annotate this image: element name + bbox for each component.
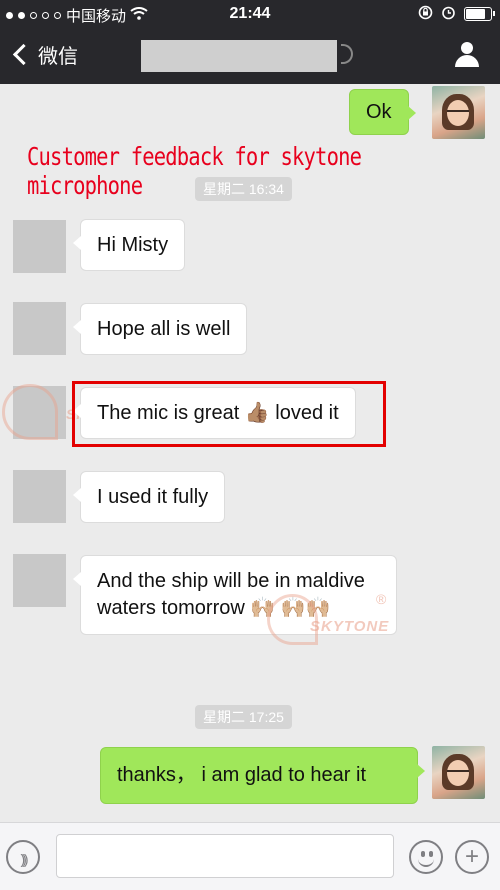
emoji-icon[interactable] bbox=[409, 840, 443, 874]
message-input[interactable] bbox=[56, 834, 394, 878]
registered-mark: ® bbox=[376, 591, 387, 607]
chat-area[interactable]: Ok Customer feedback for skytone microph… bbox=[0, 84, 500, 822]
message-bubble-incoming[interactable]: I used it fully bbox=[72, 471, 226, 523]
plus-glyph: + bbox=[464, 843, 479, 870]
my-avatar[interactable] bbox=[432, 86, 485, 139]
profile-icon-head bbox=[461, 42, 473, 54]
message-text: I used it fully bbox=[97, 486, 209, 508]
back-label: 微信 bbox=[38, 46, 78, 68]
message-text: Ok bbox=[366, 101, 392, 123]
status-right bbox=[418, 5, 495, 23]
skytone-logo-mark bbox=[2, 384, 58, 440]
contact-avatar[interactable] bbox=[13, 302, 66, 355]
message-bubble-incoming[interactable]: Hope all is well bbox=[72, 303, 248, 355]
skytone-watermark: SKYTONE bbox=[310, 618, 390, 635]
earpiece-mode-icon bbox=[341, 44, 353, 64]
alarm-icon bbox=[441, 5, 456, 23]
avatar-glasses bbox=[447, 110, 469, 117]
contact-avatar[interactable] bbox=[13, 220, 66, 273]
status-bar: 中国移动 21:44 bbox=[0, 0, 500, 28]
timestamp-text: 星期二 17:25 bbox=[203, 709, 284, 725]
message-text: thanks， i am glad to hear it bbox=[117, 764, 367, 786]
highlight-box bbox=[72, 381, 386, 447]
battery-icon bbox=[464, 7, 495, 21]
my-avatar[interactable] bbox=[432, 746, 485, 799]
orientation-lock-icon bbox=[418, 5, 433, 23]
avatar-glasses bbox=[447, 770, 469, 777]
back-chevron-icon bbox=[12, 43, 35, 66]
battery-fill bbox=[466, 9, 485, 19]
voice-icon[interactable]: ))) bbox=[6, 840, 40, 874]
back-button[interactable]: 微信 bbox=[10, 40, 78, 69]
timestamp-pill: 星期二 16:34 bbox=[195, 177, 292, 201]
message-text: Hi Misty bbox=[97, 234, 169, 256]
message-text: And the ship will be in maldive waters t… bbox=[97, 570, 365, 619]
profile-icon-body bbox=[455, 55, 479, 67]
message-bubble-incoming[interactable]: Hi Misty bbox=[72, 219, 186, 271]
contact-profile-icon[interactable] bbox=[454, 42, 480, 68]
contact-avatar[interactable] bbox=[13, 470, 66, 523]
message-bubble-outgoing[interactable]: thanks， i am glad to hear it bbox=[100, 747, 425, 804]
chat-title-redacted bbox=[141, 40, 337, 72]
message-bubble-outgoing[interactable]: Ok bbox=[349, 89, 416, 135]
plus-icon[interactable]: + bbox=[455, 840, 489, 874]
input-bar: ))) + bbox=[0, 822, 500, 890]
timestamp-text: 星期二 16:34 bbox=[203, 181, 284, 197]
nav-bar: 微信 bbox=[0, 28, 500, 84]
message-text: Hope all is well bbox=[97, 318, 231, 340]
timestamp-pill: 星期二 17:25 bbox=[195, 705, 292, 729]
contact-avatar[interactable] bbox=[13, 554, 66, 607]
